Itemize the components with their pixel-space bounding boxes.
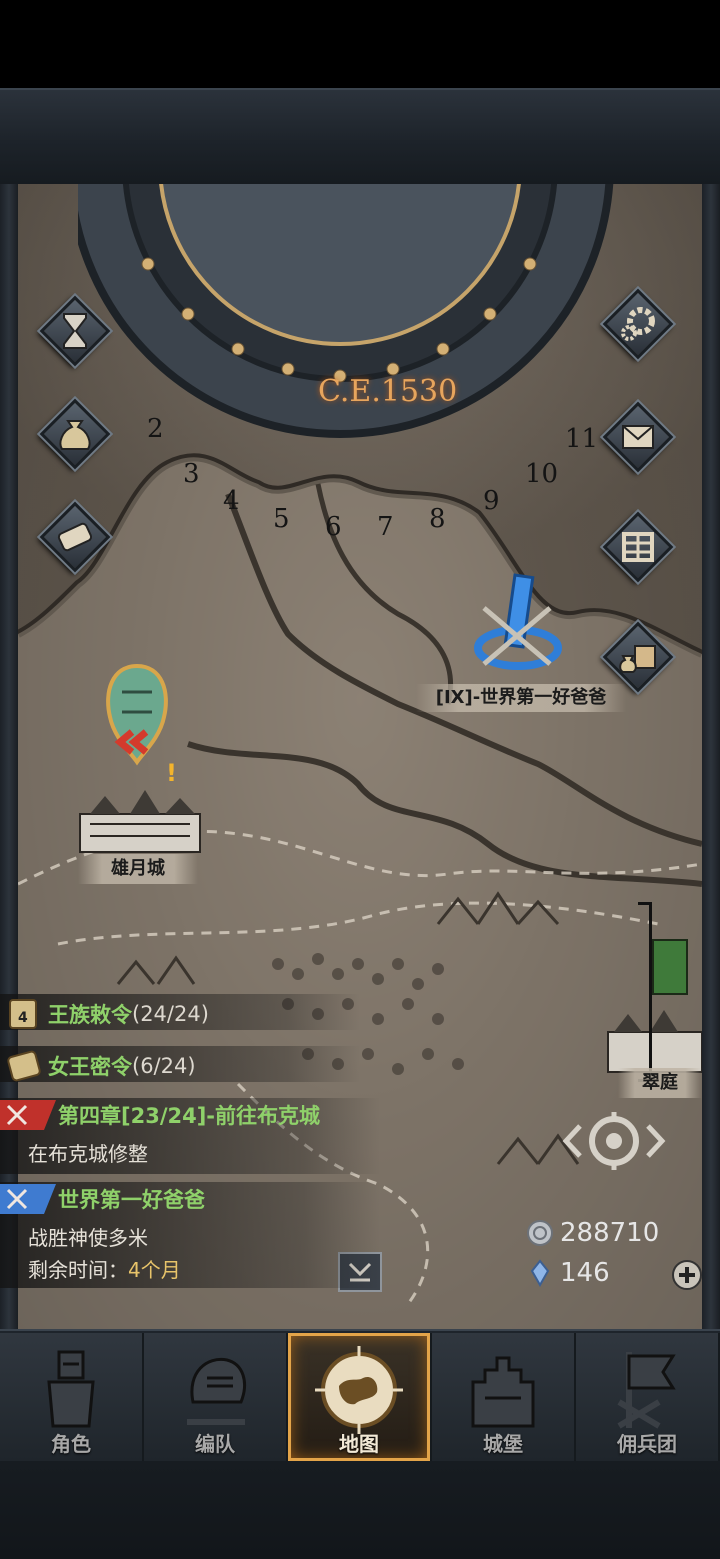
sword-tag-icon [0, 1184, 56, 1214]
month-6: 6 [325, 512, 342, 542]
nav-formation[interactable]: 编队 [144, 1333, 288, 1461]
year-display: C.E.1530 [318, 374, 458, 409]
time-remaining: 剩余时间：4个月 [28, 1254, 181, 1283]
month-5: 5 [273, 504, 290, 534]
nav-label: 佣兵团 [617, 1432, 677, 1456]
mail-icon [622, 425, 654, 449]
quest-progress: (24/24) [132, 1002, 209, 1026]
scroll-badge-icon: 4 [6, 996, 42, 1032]
add-crystal-button[interactable] [672, 1260, 702, 1290]
enemy-army-marker[interactable] [470, 568, 570, 678]
home-city-label: 雄月城 [78, 854, 198, 884]
crystal-amount: 146 [560, 1258, 610, 1288]
silver-coin-icon [527, 1220, 553, 1246]
mission-title: 第四章[23/24]-前往布克城 [58, 1104, 321, 1128]
nav-map[interactable]: 地图 [288, 1333, 432, 1461]
quest-title: 王族敕令 [48, 1003, 132, 1027]
bottom-nav: 角色 编队 地图 城堡 佣兵团 [0, 1333, 720, 1461]
mission-title: 世界第一好爸爸 [58, 1188, 205, 1212]
quest-progress: (6/24) [132, 1054, 196, 1078]
helmet-icon [187, 1357, 246, 1425]
quest-badge: 4 [18, 1010, 28, 1026]
month-10: 10 [525, 459, 559, 489]
nav-character[interactable]: 角色 [0, 1333, 144, 1461]
top-frame [0, 88, 720, 184]
grid-icon [622, 532, 654, 562]
nav-label: 编队 [195, 1432, 235, 1456]
month-7: 7 [377, 512, 394, 542]
sword-tag-icon [0, 1100, 56, 1130]
time-label: 剩余时间： [28, 1258, 128, 1282]
month-8: 8 [429, 504, 446, 534]
mission-detail: 战胜神使多米 [28, 1226, 148, 1250]
quest-royal-edict[interactable]: 4 王族敕令 (24/24) [0, 994, 360, 1034]
scroll-badge-icon [6, 1048, 42, 1084]
home-castle[interactable] [70, 784, 210, 854]
month-9: 9 [483, 486, 500, 516]
inventory-button[interactable] [602, 621, 674, 693]
other-city-label: 翠庭 [618, 1068, 702, 1098]
mission-chapter[interactable]: 第四章[23/24]-前往布克城 在布克城修整 [0, 1098, 380, 1174]
inventory-icon [619, 645, 656, 673]
map-icon [315, 1346, 403, 1434]
time-value: 4个月 [128, 1258, 181, 1282]
mission-daddy[interactable]: 世界第一好爸爸 战胜神使多米 剩余时间：4个月 [0, 1182, 380, 1288]
money-bag-icon [59, 420, 91, 450]
quest-title: 女王密令 [48, 1055, 132, 1079]
status-bar-area [0, 0, 720, 88]
nav-mercenary[interactable]: 佣兵团 [576, 1333, 720, 1461]
quest-queen-order[interactable]: 女王密令 (6/24) [0, 1046, 360, 1086]
month-11: 11 [565, 424, 599, 454]
green-banner [652, 939, 688, 995]
hourglass-icon [63, 313, 87, 349]
month-ticks: 2 3 4 5 6 7 8 9 10 11 [133, 414, 633, 542]
other-castle[interactable] [604, 1004, 702, 1074]
player-army-marker[interactable] [102, 662, 172, 772]
alert-icon: ! [166, 759, 177, 787]
crystal-counter: 146 [526, 1258, 610, 1288]
enemy-name-label: [IX]-世界第一好爸爸 [416, 684, 626, 712]
castle-icon [471, 1356, 535, 1428]
nav-label: 角色 [51, 1432, 91, 1456]
silver-amount: 288710 [560, 1218, 660, 1248]
grid-button[interactable] [602, 511, 674, 583]
month-2: 2 [147, 414, 164, 444]
money-bag-button[interactable] [39, 398, 111, 470]
scroll-button[interactable] [39, 501, 111, 573]
nav-label: 地图 [339, 1432, 379, 1456]
settings-button[interactable] [602, 288, 674, 360]
mail-button[interactable] [602, 401, 674, 473]
month-4: 4 [223, 486, 240, 516]
crystal-icon [530, 1259, 550, 1287]
plus-icon [679, 1267, 695, 1283]
right-frame [702, 184, 720, 1329]
scroll-icon [57, 522, 93, 552]
month-3: 3 [183, 459, 200, 489]
banner-icon [617, 1352, 676, 1429]
gear-icon [621, 307, 655, 341]
nav-label: 城堡 [483, 1432, 523, 1456]
knight-icon [47, 1350, 95, 1428]
hourglass-button[interactable] [39, 295, 111, 367]
mission-detail: 在布克城修整 [28, 1142, 148, 1166]
locate-control[interactable] [558, 1106, 670, 1176]
city-bracket [638, 902, 652, 1082]
nav-castle[interactable]: 城堡 [432, 1333, 576, 1461]
silver-counter: 288710 [526, 1218, 659, 1248]
